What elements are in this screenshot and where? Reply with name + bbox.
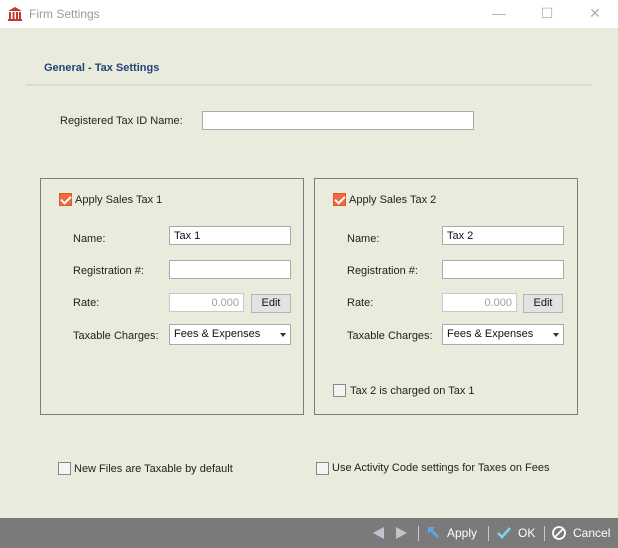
tax-settings-panel: General - Tax Settings Registered Tax ID… xyxy=(0,28,618,518)
window-title: Firm Settings xyxy=(29,7,100,21)
apply-sales-tax-2-checkbox[interactable] xyxy=(333,193,346,206)
footer-separator xyxy=(488,526,489,541)
tax-2-rate-label: Rate: xyxy=(347,297,374,309)
tax-2-registration-label: Registration #: xyxy=(347,265,418,277)
chevron-down-icon xyxy=(553,333,559,337)
close-button[interactable]: ✕ xyxy=(572,0,618,28)
tax-2-taxable-charges-select[interactable]: Fees & Expenses xyxy=(442,324,564,345)
new-files-taxable-checkbox[interactable] xyxy=(58,462,71,475)
cancel-button[interactable]: Cancel xyxy=(549,518,615,548)
checkmark-icon xyxy=(497,527,511,539)
chevron-down-icon xyxy=(280,333,286,337)
previous-arrow-icon[interactable] xyxy=(373,527,384,539)
ok-button[interactable]: OK xyxy=(494,518,542,548)
footer-toolbar: Apply OK Cancel xyxy=(0,518,618,548)
cancel-label: Cancel xyxy=(573,526,611,540)
apply-button[interactable]: Apply xyxy=(424,518,484,548)
tax-2-taxable-charges-label: Taxable Charges: xyxy=(347,330,433,342)
next-arrow-icon[interactable] xyxy=(396,527,407,539)
apply-sales-tax-1-checkbox[interactable] xyxy=(59,193,72,206)
tax-2-name-label: Name: xyxy=(347,233,380,245)
activity-code-taxes-checkbox[interactable] xyxy=(316,462,329,475)
new-files-taxable-label: New Files are Taxable by default xyxy=(74,463,233,475)
apply-label: Apply xyxy=(447,526,478,540)
maximize-button[interactable]: ☐ xyxy=(524,0,570,28)
tax-2-charged-on-tax-1-label: Tax 2 is charged on Tax 1 xyxy=(350,385,475,397)
registered-tax-id-label: Registered Tax ID Name: xyxy=(60,115,183,127)
sales-tax-2-group: Apply Sales Tax 2 Name: Registration #: … xyxy=(314,178,578,415)
title-bar: Firm Settings — ☐ ✕ xyxy=(0,0,618,28)
tax-1-taxable-charges-label: Taxable Charges: xyxy=(73,330,159,342)
close-icon: ✕ xyxy=(589,5,601,21)
cancel-icon xyxy=(552,526,566,540)
tax-2-edit-button[interactable]: Edit xyxy=(523,294,563,313)
footer-separator xyxy=(418,526,419,541)
tax-1-taxable-charges-value: Fees & Expenses xyxy=(174,328,261,340)
tax-2-charged-on-tax-1-checkbox[interactable] xyxy=(333,384,346,397)
tax-2-taxable-charges-value: Fees & Expenses xyxy=(447,328,534,340)
section-title: General - Tax Settings xyxy=(44,62,160,74)
tax-1-registration-label: Registration #: xyxy=(73,265,144,277)
sales-tax-1-group: Apply Sales Tax 1 Name: Registration #: … xyxy=(40,178,304,415)
courthouse-icon xyxy=(8,7,22,21)
footer-separator xyxy=(544,526,545,541)
tax-1-name-label: Name: xyxy=(73,233,106,245)
tax-1-name-input[interactable] xyxy=(169,226,291,245)
tax-1-registration-input[interactable] xyxy=(169,260,291,279)
tax-2-registration-input[interactable] xyxy=(442,260,564,279)
section-divider xyxy=(26,84,592,86)
apply-sales-tax-2-label: Apply Sales Tax 2 xyxy=(349,194,437,206)
tax-1-taxable-charges-select[interactable]: Fees & Expenses xyxy=(169,324,291,345)
maximize-icon: ☐ xyxy=(540,5,554,21)
apply-sales-tax-1-label: Apply Sales Tax 1 xyxy=(75,194,163,206)
registered-tax-id-input[interactable] xyxy=(202,111,474,130)
ok-label: OK xyxy=(518,526,536,540)
minimize-button[interactable]: — xyxy=(476,0,522,28)
tax-1-edit-button[interactable]: Edit xyxy=(251,294,291,313)
minimize-icon: — xyxy=(492,5,506,21)
activity-code-taxes-label: Use Activity Code settings for Taxes on … xyxy=(332,462,550,474)
tax-2-rate-input[interactable] xyxy=(442,293,517,312)
tax-2-name-input[interactable] xyxy=(442,226,564,245)
tax-1-rate-input[interactable] xyxy=(169,293,244,312)
tax-1-rate-label: Rate: xyxy=(73,297,100,309)
apply-arrow-icon xyxy=(428,527,439,538)
